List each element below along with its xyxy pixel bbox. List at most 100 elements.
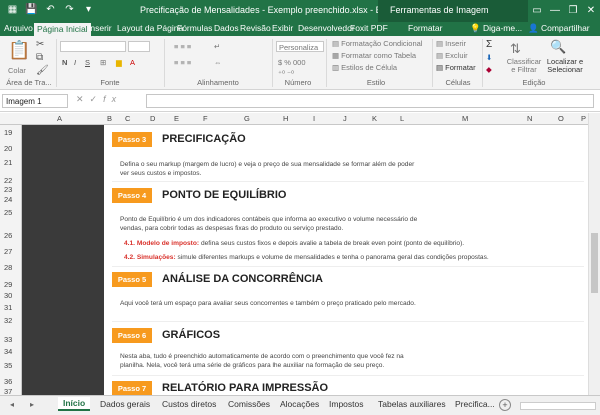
row-header[interactable]: 19 bbox=[4, 128, 12, 137]
cell-styles-button[interactable]: ▥ Estilos de Célula bbox=[332, 63, 397, 72]
tab-arquivo[interactable]: Arquivo bbox=[4, 23, 33, 33]
close-icon[interactable]: ✕ bbox=[582, 0, 600, 22]
wrap-text-icon[interactable]: ↵ bbox=[214, 42, 220, 51]
find-select-button[interactable]: Localizar e Selecionar bbox=[540, 58, 590, 74]
sheet-tab-impostos[interactable]: Impostos bbox=[329, 399, 364, 409]
column-header[interactable]: L bbox=[400, 114, 404, 123]
column-header[interactable]: D bbox=[150, 114, 155, 123]
tab-dados[interactable]: Dados bbox=[214, 23, 239, 33]
clear-icon[interactable]: ◆ bbox=[486, 65, 492, 74]
sort-filter-icon[interactable]: ⇅ bbox=[510, 41, 521, 57]
tab-formulas[interactable]: Fórmulas bbox=[177, 23, 212, 33]
tab-exibir[interactable]: Exibir bbox=[272, 23, 293, 33]
sort-filter-button[interactable]: Classificar e Filtrar bbox=[506, 58, 542, 74]
fill-color-icon[interactable]: ▆ bbox=[116, 58, 122, 67]
scroll-tabs-left-icon[interactable]: ◂ bbox=[10, 400, 14, 409]
copy-icon[interactable]: ⧉ bbox=[36, 52, 43, 63]
row-header[interactable]: 23 bbox=[4, 185, 12, 194]
add-sheet-icon[interactable]: + bbox=[499, 399, 511, 411]
column-header[interactable]: I bbox=[313, 114, 315, 123]
restore-icon[interactable]: ❐ bbox=[564, 0, 582, 22]
minimize-icon[interactable]: — bbox=[546, 0, 564, 22]
tab-inserir[interactable]: Inserir bbox=[88, 23, 112, 33]
formula-input[interactable] bbox=[146, 94, 594, 108]
tab-desenvolvedor[interactable]: Desenvolvedor bbox=[298, 23, 355, 33]
paste-button[interactable]: Colar bbox=[8, 66, 26, 75]
align-top-icon[interactable]: ≡ ≡ ≡ bbox=[174, 42, 191, 51]
enter-icon[interactable]: ✓ bbox=[90, 94, 104, 104]
number-format-select[interactable]: Personaliza bbox=[276, 41, 324, 52]
row-header[interactable]: 36 bbox=[4, 377, 12, 386]
save-icon[interactable]: 💾 bbox=[25, 4, 38, 15]
currency-icon[interactable]: $ % 000 bbox=[278, 58, 306, 67]
tab-formatar[interactable]: Formatar bbox=[408, 23, 442, 33]
autosum-icon[interactable]: Σ bbox=[486, 39, 492, 50]
font-size-box[interactable] bbox=[128, 41, 150, 52]
cancel-icon[interactable]: ✕ bbox=[76, 94, 90, 104]
find-select-icon[interactable]: 🔍 bbox=[550, 39, 566, 55]
scroll-tabs-right-icon[interactable]: ▸ bbox=[30, 400, 34, 409]
cut-icon[interactable]: ✂ bbox=[36, 39, 44, 50]
column-header[interactable]: A bbox=[57, 114, 62, 123]
decimal-icon[interactable]: ⁺⁰ ⁻⁰ bbox=[278, 69, 294, 78]
column-header[interactable]: O bbox=[558, 114, 564, 123]
row-header[interactable]: 34 bbox=[4, 347, 12, 356]
sheet-tab-dados-gerais[interactable]: Dados gerais bbox=[100, 399, 150, 409]
column-header[interactable]: H bbox=[283, 114, 288, 123]
row-header[interactable]: 35 bbox=[4, 361, 12, 370]
fill-icon[interactable]: ⬇ bbox=[486, 53, 492, 62]
sheet-tab-tabelas-auxiliares[interactable]: Tabelas auxiliares bbox=[378, 399, 446, 409]
conditional-formatting-button[interactable]: ▤ Formatação Condicional bbox=[332, 39, 422, 48]
sheet-tab-custos-diretos[interactable]: Custos diretos bbox=[162, 399, 216, 409]
sheet-tab-inicio[interactable]: Início bbox=[58, 397, 91, 411]
row-header[interactable]: 32 bbox=[4, 316, 12, 325]
insert-cells-button[interactable]: ▤ Inserir bbox=[436, 39, 466, 48]
delete-cells-button[interactable]: ▤ Excluir bbox=[436, 51, 468, 60]
redo-icon[interactable]: ↷ bbox=[63, 4, 76, 15]
row-header[interactable]: 20 bbox=[4, 144, 12, 153]
tab-pagina-inicial[interactable]: Página Inicial bbox=[34, 23, 91, 36]
underline-icon[interactable]: S bbox=[85, 58, 90, 67]
share-button[interactable]: 👤 Compartilhar bbox=[528, 23, 590, 34]
sheet-tab-comissoes[interactable]: Comissões bbox=[228, 399, 270, 409]
sheet-tab-alocacoes[interactable]: Alocações bbox=[280, 399, 319, 409]
vertical-scrollbar[interactable] bbox=[588, 113, 600, 395]
row-header[interactable]: 29 bbox=[4, 280, 12, 289]
column-header[interactable]: F bbox=[203, 114, 208, 123]
paste-icon[interactable]: 📋 bbox=[8, 40, 30, 61]
column-header[interactable]: M bbox=[462, 114, 468, 123]
column-header[interactable]: E bbox=[174, 114, 179, 123]
scrollbar-thumb[interactable] bbox=[591, 233, 598, 293]
row-header[interactable]: 26 bbox=[4, 231, 12, 240]
column-header[interactable]: N bbox=[527, 114, 532, 123]
merge-icon[interactable]: ⇔ bbox=[214, 58, 222, 67]
column-header[interactable]: G bbox=[244, 114, 250, 123]
row-header[interactable]: 28 bbox=[4, 263, 12, 272]
format-cells-button[interactable]: ▤ Formatar bbox=[436, 63, 476, 72]
row-header[interactable]: 30 bbox=[4, 291, 12, 300]
column-header[interactable]: P bbox=[581, 114, 586, 123]
column-header[interactable]: B bbox=[107, 114, 112, 123]
column-header[interactable]: K bbox=[372, 114, 377, 123]
fx-icon[interactable]: fx bbox=[103, 94, 122, 104]
tab-layout[interactable]: Layout da Página bbox=[117, 23, 183, 33]
italic-icon[interactable]: I bbox=[74, 58, 76, 67]
format-painter-icon[interactable]: 🖌 bbox=[36, 65, 49, 76]
bold-icon[interactable]: N bbox=[62, 58, 67, 67]
ribbon-display-icon[interactable]: ▭ bbox=[528, 0, 546, 22]
border-icon[interactable]: ⊞ bbox=[100, 58, 106, 67]
row-header[interactable]: 33 bbox=[4, 335, 12, 344]
row-header[interactable]: 21 bbox=[4, 158, 12, 167]
row-header[interactable]: 24 bbox=[4, 195, 12, 204]
sheet-tab-precificacao[interactable]: Precifica... bbox=[455, 399, 495, 409]
horizontal-scrollbar[interactable] bbox=[520, 402, 596, 410]
format-as-table-button[interactable]: ▦ Formatar como Tabela bbox=[332, 51, 416, 60]
customize-qa-icon[interactable]: ▾ bbox=[82, 4, 95, 15]
row-header[interactable]: 22 bbox=[4, 176, 12, 185]
align-left-icon[interactable]: ≡ ≡ ≡ bbox=[174, 58, 191, 67]
tab-foxit[interactable]: Foxit PDF bbox=[350, 23, 388, 33]
font-name-box[interactable] bbox=[60, 41, 126, 52]
row-header[interactable]: 31 bbox=[4, 303, 12, 312]
row-header[interactable]: 27 bbox=[4, 247, 12, 256]
tab-revisao[interactable]: Revisão bbox=[240, 23, 271, 33]
